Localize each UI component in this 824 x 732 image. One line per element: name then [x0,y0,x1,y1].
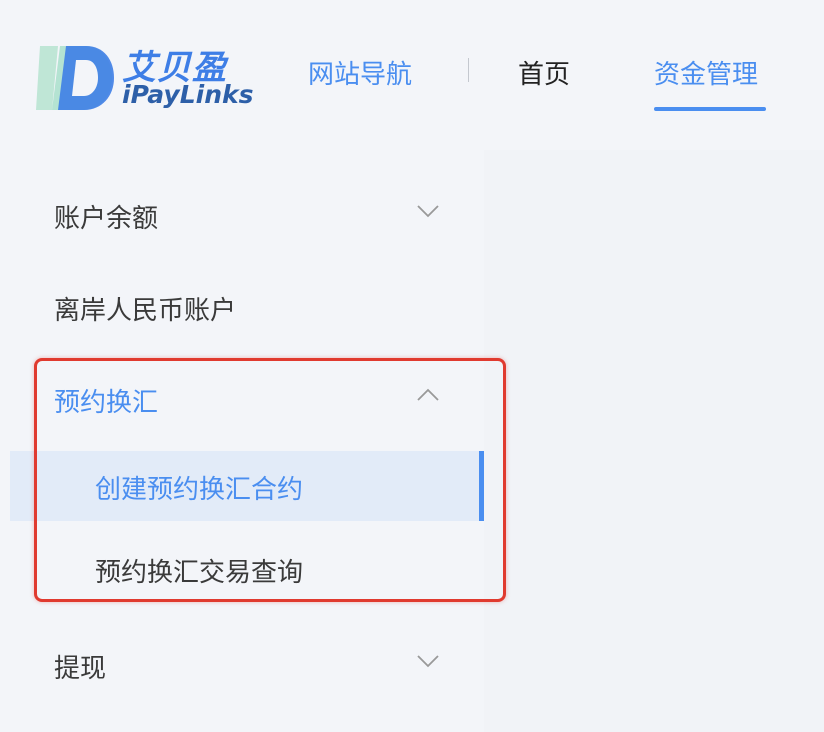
nav-divider [468,58,469,82]
chevron-down-icon [417,655,439,668]
sidebar-item-label: 提现 [54,654,107,684]
sidebar-subitem-create-forward-contract[interactable]: 创建预约换汇合约 [10,451,484,521]
nav-home[interactable]: 首页 [518,54,570,91]
active-indicator [479,451,484,521]
sidebar-item-account-balance[interactable]: 账户余额 [0,184,480,246]
chevron-down-icon [417,205,439,218]
sidebar-item-offshore-rmb-account[interactable]: 离岸人民币账户 [0,276,480,338]
ipaylinks-logo-icon [36,46,114,110]
sidebar-item-withdraw[interactable]: 提现 [0,634,480,696]
brand-name-en: iPayLinks [122,80,254,109]
brand-logo[interactable]: 艾贝盈 iPayLinks [36,38,266,114]
nav-site-guide[interactable]: 网站导航 [308,54,412,91]
nav-active-indicator [654,107,766,111]
nav-fund-management[interactable]: 资金管理 [654,54,758,91]
sidebar-item-label: 离岸人民币账户 [54,296,237,326]
sidebar-item-forward-exchange[interactable]: 预约换汇 [0,368,480,430]
sidebar-item-label: 预约换汇 [54,388,159,418]
sidebar-subitem-forward-transaction-query[interactable]: 预约换汇交易查询 [10,534,484,604]
sidebar-subitem-label: 预约换汇交易查询 [95,558,304,588]
sidebar-subitem-label: 创建预约换汇合约 [95,475,304,505]
chevron-up-icon [417,388,439,401]
sidebar-item-label: 账户余额 [54,204,159,234]
content-panel [484,150,824,732]
